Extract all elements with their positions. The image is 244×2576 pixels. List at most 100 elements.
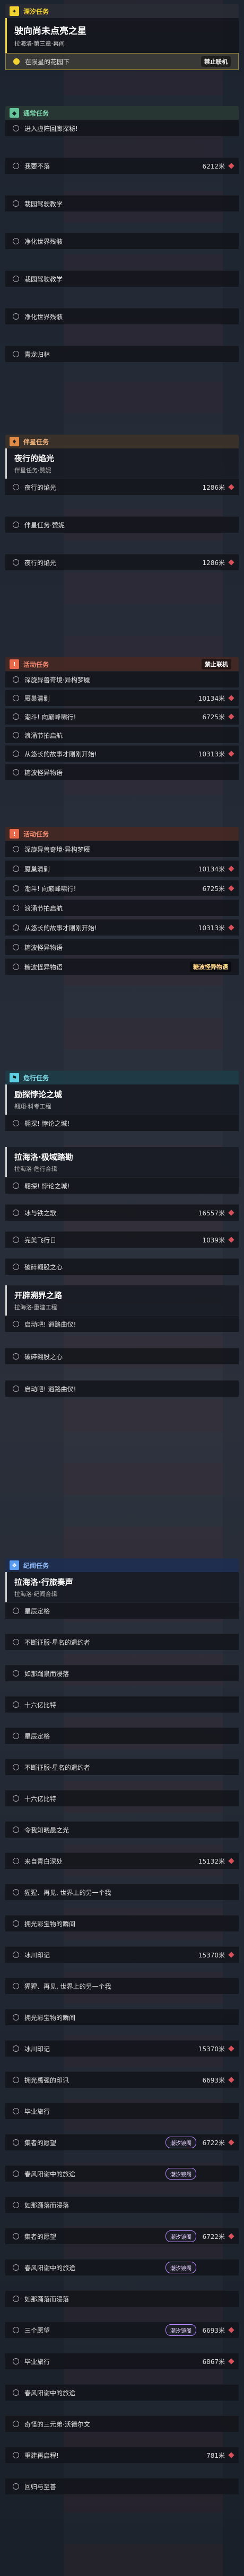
quest-label: 春风阳谢中的旅途 — [24, 2389, 76, 2397]
daily-block-2[interactable]: 拉海洛·极域踏勘 拉海洛·危行合辑 — [5, 1147, 239, 1177]
side-header[interactable]: ♦ 伴星任务 — [5, 435, 239, 448]
quest-row[interactable]: 三个愿望 6693米 潮汐镜阁 — [5, 2322, 239, 2338]
quest-row[interactable]: 夜行的焰光 1286米 — [5, 554, 239, 570]
gap — [5, 1838, 239, 1852]
distance-label: 6725米 — [202, 713, 225, 721]
quest-row[interactable]: 净化世界残骸 — [5, 308, 239, 324]
quest-row[interactable]: 如那踊落而浸落 — [5, 2290, 239, 2307]
quest-dot — [13, 2171, 19, 2177]
quest-row[interactable]: 冰川印记 15370米 — [5, 1946, 239, 1963]
daily-header[interactable]: ⚑ 危行任务 — [5, 1071, 239, 1084]
quest-row[interactable]: 星辰定格 — [5, 1727, 239, 1744]
quest-row[interactable]: 拥光彩宝物的瞬间 — [5, 1915, 239, 1931]
quest-row[interactable]: 浪涌节拍启航 — [5, 899, 239, 916]
chronicle-card[interactable]: 拉海洛·行旅奏声 拉海洛·纪闻合辑 — [5, 1572, 239, 1602]
quest-row[interactable]: 奇怪的三元弟·沃德尔文 — [5, 2415, 239, 2432]
quest-row[interactable]: 净化世界残骸 — [5, 233, 239, 249]
quest-row[interactable]: 毕业旅行 6867米 — [5, 2353, 239, 2369]
quest-dot — [13, 846, 19, 852]
gap — [5, 1194, 239, 1204]
quest-row[interactable]: 回归与至善 — [5, 2478, 239, 2494]
quest-row[interactable]: 潮斗! 向巅峰啸行! 6725米 — [5, 708, 239, 725]
quest-row[interactable]: 糖波怪异物语 — [5, 939, 239, 955]
tide-mirror-chip[interactable]: 潮汐镜阁 — [165, 2137, 196, 2148]
activity-header-label: 活动任务 — [23, 660, 49, 668]
quest-row[interactable]: 从悠长的故事才刚刚开始! 10313米 — [5, 919, 239, 936]
quest-row[interactable]: 不断征服·星名的遗约者 — [5, 1759, 239, 1775]
quest-row[interactable]: 猩猩、再见, 世界上的另一个我 — [5, 1884, 239, 1900]
quest-row[interactable]: 启动吧! 逍路曲仪! — [5, 1316, 239, 1332]
gap — [5, 1364, 239, 1380]
quest-row[interactable]: 浪涌节拍启航 — [5, 727, 239, 743]
quest-label: 魇巢清剿 — [24, 865, 50, 873]
quest-row[interactable]: 春风阳谢中的旅途 潮汐镜阁 — [5, 2165, 239, 2182]
quest-row[interactable]: 破碎翱股之心 — [5, 1348, 239, 1364]
gold-mark-row[interactable]: 糖波怪异物语 糖波怪异物语 — [5, 958, 239, 975]
tide-mirror-chip[interactable]: 潮汐镜阁 — [165, 2262, 196, 2273]
quest-row[interactable]: 伴星任务·赞妮 — [5, 516, 239, 533]
quest-row[interactable]: 如那踊落而浸落 — [5, 2196, 239, 2213]
trail-quest-card[interactable]: 驶向尚未点亮之星 拉海洛·第三章·幕间 — [5, 18, 239, 53]
quest-row[interactable]: 集者的愿望 6722米 潮汐镜阁 — [5, 2134, 239, 2150]
quest-row[interactable]: 十六亿比特 — [5, 1696, 239, 1713]
activity-header-2[interactable]: ! 活动任务 — [5, 827, 239, 841]
tide-mirror-chip[interactable]: 潮汐镜阁 — [165, 2168, 196, 2180]
focus-row[interactable]: 在陨星的花园下 禁止联机 — [5, 53, 239, 70]
quest-dot — [13, 1827, 19, 1833]
quest-row[interactable]: 不断征服·星名的遗约者 — [5, 1634, 239, 1650]
quest-row[interactable]: 夜行的焰光 1286米 — [5, 479, 239, 495]
quest-row[interactable]: 魇巢清剿 10134米 — [5, 690, 239, 706]
quest-row[interactable]: 启动吧! 逍路曲仪! — [5, 1380, 239, 1397]
quest-row[interactable]: 如那踊泉而浸落 — [5, 1665, 239, 1681]
quest-row[interactable]: 十六亿比特 — [5, 1790, 239, 1806]
quest-dot — [13, 2358, 19, 2365]
quest-row[interactable]: 星辰定格 — [5, 1602, 239, 1619]
quest-row[interactable]: 青龙归林 — [5, 346, 239, 362]
distance-label: 781米 — [206, 2451, 225, 2459]
quest-label: 春风阳谢中的旅途 — [24, 2264, 76, 2272]
quest-label: 如那踊泉而浸落 — [24, 1670, 69, 1678]
quest-row[interactable]: 魇巢清剿 10134米 — [5, 860, 239, 877]
quest-row[interactable]: 破碎翱股之心 — [5, 1258, 239, 1275]
daily-block-2-title: 拉海洛·极域踏勘 — [14, 1152, 73, 1162]
daily-block-3[interactable]: 开辟溯界之路 拉海洛·重建工程 — [5, 1285, 239, 1316]
tide-mirror-chip[interactable]: 潮汐镜阁 — [165, 2230, 196, 2242]
quest-row[interactable]: 翱探! 悖论之城! — [5, 1177, 239, 1194]
quest-row[interactable]: 毕业旅行 — [5, 2103, 239, 2119]
gap — [5, 2275, 239, 2290]
quest-row[interactable]: 深旋异兽奇境·异构梦魇 — [5, 841, 239, 857]
quest-row[interactable]: 来自青白深处 15132米 — [5, 1852, 239, 1869]
quest-row[interactable]: 春风阳谢中的旅途 潮汐镜阁 — [5, 2259, 239, 2275]
quest-row[interactable]: 拥光禹强的印讯 6693米 — [5, 2071, 239, 2088]
quest-row[interactable]: 我要不落 6212米 — [5, 157, 239, 174]
quest-row[interactable]: 翱探! 悖论之城! — [5, 1115, 239, 1131]
quest-row[interactable]: 重建再启程! 781米 — [5, 2447, 239, 2463]
quest-row[interactable]: 冰川印记 15370米 — [5, 2040, 239, 2057]
chronicle-header[interactable]: ❖ 纪闻任务 — [5, 1558, 239, 1572]
quest-label: 如那踊落而浸落 — [24, 2201, 69, 2209]
quest-row[interactable]: 令我知晓晨之光 — [5, 1821, 239, 1838]
quest-row[interactable]: 潮斗! 向巅峰啸行! 6725米 — [5, 880, 239, 896]
quest-row[interactable]: 进入虚阵回廊探秘! — [5, 120, 239, 136]
quest-row[interactable]: 栽园驾驶教学 — [5, 270, 239, 287]
trail-header[interactable]: ✦ 湮汐任务 — [5, 4, 239, 18]
quest-row[interactable]: 栽园驾驶教学 — [5, 195, 239, 211]
track-marker-icon — [228, 163, 234, 169]
quest-row[interactable]: 从悠长的故事才刚刚开始! 10313米 — [5, 745, 239, 762]
quest-row[interactable]: 拥光彩宝物的瞬间 — [5, 2009, 239, 2025]
quest-row[interactable]: 猩猩、再见, 世界上的另一个我 — [5, 1978, 239, 1994]
daily-block-1[interactable]: 励探悖论之城 翱翔·科考工程 — [5, 1084, 239, 1115]
quest-row[interactable]: 糖波怪异物语 — [5, 764, 239, 780]
tide-mirror-chip[interactable]: 潮汐镜阁 — [165, 2324, 196, 2336]
quest-row[interactable]: 完美飞行日 1039米 — [5, 1231, 239, 1248]
common-header[interactable]: ◆ 通常任务 — [5, 106, 239, 120]
side-quest-card[interactable]: 夜行的焰光 伴星任务·赞妮 — [5, 448, 239, 479]
quest-dot — [13, 1386, 19, 1392]
quest-row[interactable]: 集者的愿望 6722米 潮汐镜阁 — [5, 2228, 239, 2244]
daily-block-3-meta: 拉海洛·重建工程 — [14, 1304, 57, 1311]
quest-row[interactable]: 春风阳谢中的旅途 — [5, 2384, 239, 2401]
track-marker-icon — [228, 751, 234, 757]
quest-row[interactable]: 冰与铁之歌 16557米 — [5, 1204, 239, 1221]
activity-header[interactable]: ! 活动任务 禁止联机 — [5, 657, 239, 671]
quest-row[interactable]: 深旋异兽奇境·异构梦魇 — [5, 671, 239, 687]
